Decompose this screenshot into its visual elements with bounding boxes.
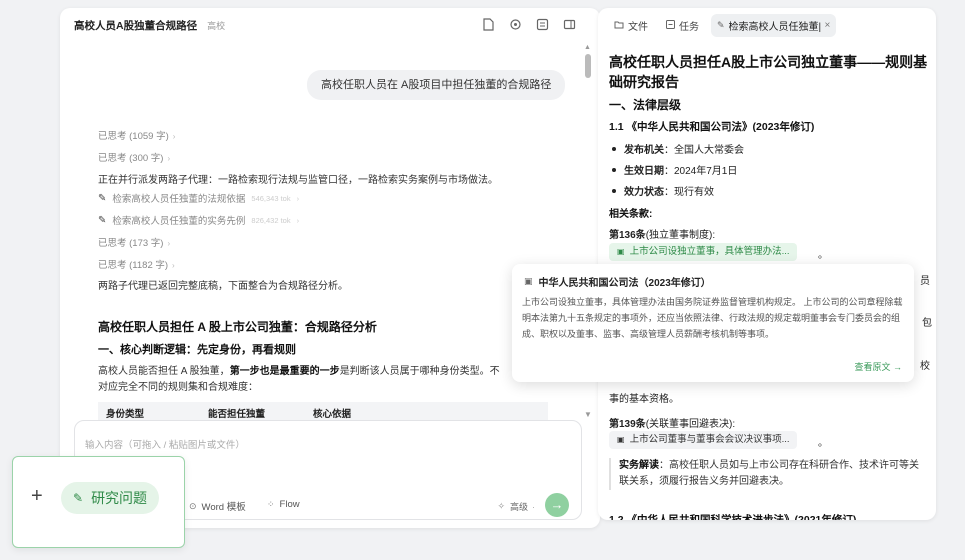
- model-selector[interactable]: ✧ 高级 ·: [497, 500, 535, 513]
- folder-icon: [614, 20, 624, 31]
- citation-popover: ▣ 中华人民共和国公司法（2023年修订） 上市公司设独立董事，具体管理办法由国务…: [512, 264, 914, 382]
- tab-bar: 文件 任务 ✎ 检索高校人员任独董| ×: [598, 8, 936, 42]
- pen-icon: ✎: [717, 19, 725, 30]
- scrollbar-thumb[interactable]: [585, 54, 591, 78]
- thought-toggle[interactable]: 已思考 (1182 字) ›: [98, 257, 175, 271]
- related-label: 相关条款:: [609, 209, 653, 220]
- word-template-button[interactable]: ⊙ Word 模板: [189, 499, 246, 514]
- popover-title: ▣ 中华人民共和国公司法（2023年修订）: [524, 276, 711, 289]
- scroll-up-arrow-icon[interactable]: ▲: [584, 44, 591, 51]
- citation-chip[interactable]: ▣ 上市公司董事与董事会会议决议事项...: [609, 431, 798, 449]
- document-icon[interactable]: [482, 18, 495, 31]
- tab-search-result[interactable]: ✎ 检索高校人员任独董| ×: [711, 13, 837, 37]
- action-card: + ✎ 研究问题: [12, 456, 185, 548]
- pen-icon: ✎: [73, 491, 84, 505]
- citation-icon: ▣: [617, 247, 625, 256]
- chat-input[interactable]: 输入内容（可拖入 / 粘贴图片或文件）: [85, 437, 245, 451]
- table-header-cell: 能否担任独董: [208, 409, 266, 420]
- send-button[interactable]: →: [545, 493, 569, 517]
- view-source-link[interactable]: 查看原文 →: [854, 360, 902, 373]
- tab-files[interactable]: 文件: [608, 14, 654, 37]
- list-item: 效力状态：现行有效: [612, 183, 714, 198]
- close-icon[interactable]: ×: [825, 20, 831, 31]
- article-136: 第136条(独立董事制度):: [609, 230, 716, 241]
- subagent-search[interactable]: ✎ 检索高校人员任独董的法规依据 546,343 tok ›: [98, 191, 299, 206]
- chat-header: 高校人员A股独董合规路径 高校: [60, 8, 600, 42]
- settings-icon[interactable]: [509, 18, 522, 31]
- paragraph-tail: 事的基本资格。: [609, 394, 679, 405]
- status-message: 正在并行派发两路子代理：一路检索现行法规与监管口径，一路检索实务案例与市场做法。: [98, 175, 498, 186]
- citation-icon: ▣: [617, 435, 625, 444]
- answer-section-heading: 一、核心判断逻辑：先定身份，再看规则: [98, 344, 296, 356]
- article-139: 第139条(关联董事回避表决):: [609, 419, 736, 430]
- table-header-cell: 身份类型: [106, 409, 145, 420]
- section-heading: 一、法律层级: [609, 98, 682, 112]
- popover-body: 上市公司设独立董事，具体管理办法由国务院证券监督管理机构规定。 上市公司的公司章…: [522, 297, 903, 339]
- citation-chip[interactable]: ▣ 上市公司设独立董事，具体管理办法...: [609, 243, 798, 261]
- pen-icon: ✎: [98, 192, 107, 204]
- table-header-cell: 核心依据: [313, 409, 352, 420]
- pen-icon: ✎: [98, 214, 107, 226]
- subsection-heading: 1.1 《中华人民共和国公司法》(2023年修订): [609, 121, 815, 133]
- flow-button[interactable]: ⁘ Flow: [267, 499, 300, 510]
- check-circle-icon: ⊙: [189, 500, 197, 511]
- user-message: 高校任职人员在 A股项目中担任独董的合规路径: [307, 70, 566, 100]
- subsection-heading: 1.2 《中华人民共和国科学技术进步法》(2021年修订): [609, 514, 857, 520]
- task-icon: [666, 19, 675, 31]
- status-message: 两路子代理已返回完整底稿，下面整合为合规路径分析。: [98, 281, 348, 292]
- thought-toggle[interactable]: 已思考 (300 字) ›: [98, 150, 170, 164]
- answer-paragraph: 高校人员能否担任 A 股独董，第一步也是最重要的一步是判断该人员属于哪种身份类型…: [98, 366, 500, 393]
- answer-title: 高校任职人员担任 A 股上市公司独董：合规路径分析: [98, 320, 377, 334]
- scroll-down-arrow-icon[interactable]: ▼: [584, 410, 592, 419]
- chat-title: 高校人员A股独董合规路径: [74, 19, 198, 32]
- flow-icon: ⁘: [267, 499, 275, 509]
- list-item: 发布机关：全国人大常委会: [612, 141, 744, 156]
- add-button[interactable]: +: [31, 485, 43, 508]
- thought-toggle[interactable]: 已思考 (1059 字) ›: [98, 128, 175, 142]
- chat-tag: 高校: [207, 20, 226, 31]
- preview-icon[interactable]: [536, 18, 549, 31]
- practice-note: 实务解读：高校任职人员如与上市公司存在科研合作、技术许可等关联关系，须履行报告义…: [609, 458, 927, 490]
- list-item: 生效日期： 2024年7月1日: [612, 162, 737, 177]
- sparkle-icon: ✧: [497, 501, 505, 511]
- research-question-button[interactable]: ✎ 研究问题: [61, 482, 160, 514]
- layout-icon[interactable]: [563, 18, 576, 31]
- citation-icon: ▣: [524, 276, 533, 286]
- subagent-search[interactable]: ✎ 检索高校人员任独董的实务先例 826,432 tok ›: [98, 213, 299, 228]
- thought-toggle[interactable]: 已思考 (173 字) ›: [98, 235, 170, 249]
- report-title: 高校任职人员担任A股上市公司独立董事——规则基础研究报告: [609, 54, 928, 90]
- tab-tasks[interactable]: 任务: [660, 14, 705, 37]
- header-icons: [482, 18, 576, 31]
